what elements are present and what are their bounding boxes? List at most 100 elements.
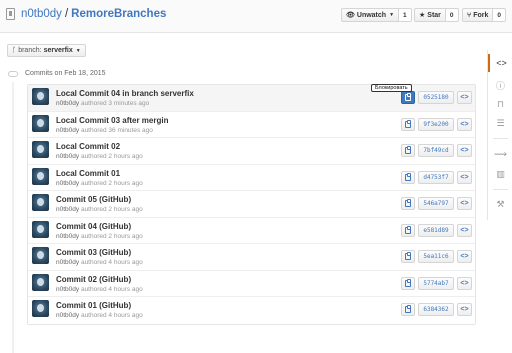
commit-sha-button[interactable]: 9f3e200	[418, 117, 454, 131]
fork-button[interactable]: ⑂ Fork	[462, 8, 494, 22]
copy-sha-button[interactable]	[401, 303, 415, 316]
watchers-count[interactable]: 1	[399, 8, 412, 22]
commit-group-date: Commits on Feb 18, 2015	[25, 70, 106, 77]
commit-title-link[interactable]: Local Commit 02	[56, 142, 120, 151]
commit-author-link[interactable]: n0tb0dy	[56, 206, 79, 213]
copy-sha-button[interactable]	[401, 276, 415, 290]
commit-sha-button[interactable]: 5ea11c6	[418, 250, 454, 263]
commit-sha-button[interactable]: 0525180	[418, 91, 454, 104]
commit-group-icon	[8, 71, 18, 77]
commit-row: Commit 04 (GitHub) n0tb0dy authored 2 hou…	[28, 217, 475, 244]
code-icon: <>	[460, 120, 469, 128]
commit-author-link[interactable]: n0tb0dy	[56, 100, 79, 107]
avatar[interactable]	[32, 167, 49, 185]
avatar[interactable]	[32, 300, 49, 317]
commit-time: authored 4 hours ago	[80, 312, 143, 319]
commit-time: authored 2 hours ago	[80, 206, 143, 213]
commit-author-link[interactable]: n0tb0dy	[56, 233, 79, 240]
copy-sha-button[interactable]	[401, 170, 415, 184]
repo-side-nav: <> ⓘ ⊓ ☰ ⟿ ▥ ⚒	[487, 50, 512, 220]
wiki-icon[interactable]: ☰	[488, 114, 512, 132]
pull-requests-icon[interactable]: ⊓	[488, 95, 512, 113]
browse-code-button[interactable]: <>	[457, 117, 472, 131]
copy-sha-button[interactable]	[401, 91, 415, 104]
pulse-icon[interactable]: ⟿	[488, 145, 512, 163]
commit-row: Local Commit 02 n0tb0dy authored 2 hours …	[28, 138, 475, 165]
commit-title-link[interactable]: Local Commit 01	[56, 169, 120, 178]
graphs-icon[interactable]: ▥	[488, 165, 512, 183]
commit-author-link[interactable]: n0tb0dy	[56, 312, 79, 319]
commit-author-link[interactable]: n0tb0dy	[56, 153, 79, 160]
avatar[interactable]	[32, 114, 49, 132]
browse-code-button[interactable]: <>	[457, 276, 472, 290]
code-icon[interactable]: <>	[488, 54, 512, 72]
avatar[interactable]	[32, 88, 49, 105]
avatar[interactable]	[32, 194, 49, 211]
forks-count[interactable]: 0	[493, 8, 506, 22]
fork-button-group: ⑂ Fork 0	[462, 8, 506, 22]
caret-down-icon: ▼	[389, 12, 395, 18]
settings-icon[interactable]: ⚒	[488, 195, 512, 213]
commit-meta: n0tb0dy authored 4 hours ago	[56, 259, 143, 266]
branch-label: branch:	[18, 47, 42, 54]
caret-down-icon: ▼	[75, 47, 81, 54]
commit-meta: n0tb0dy authored 2 hours ago	[56, 180, 143, 187]
repo-name-link[interactable]: RemoreBranches	[71, 8, 166, 20]
commit-sha-button[interactable]: 7bf49cd	[418, 144, 454, 157]
repo-icon	[6, 8, 15, 20]
commit-sha-button[interactable]: 5774ab7	[418, 276, 454, 290]
code-icon: <>	[460, 147, 469, 154]
code-icon: <>	[460, 226, 469, 234]
star-button[interactable]: ★ Star	[414, 8, 446, 22]
copy-sha-button[interactable]	[401, 117, 415, 131]
commit-author-link[interactable]: n0tb0dy	[56, 180, 79, 187]
stargazers-count[interactable]: 0	[445, 8, 459, 22]
unwatch-button[interactable]: 👁 Unwatch ▼	[341, 8, 400, 22]
copy-sha-button[interactable]	[401, 223, 415, 237]
branch-icon: ᚴ	[12, 47, 17, 54]
commit-title-link[interactable]: Local Commit 04 in branch serverfix	[56, 89, 194, 98]
copy-sha-button[interactable]	[401, 250, 415, 263]
commit-author-link[interactable]: n0tb0dy	[56, 127, 79, 134]
commit-sha-button[interactable]: 546a797	[418, 197, 454, 210]
avatar[interactable]	[32, 247, 49, 264]
commit-title-link[interactable]: Commit 03 (GitHub)	[56, 248, 131, 257]
side-nav-divider	[493, 189, 508, 190]
commit-row: Commit 02 (GitHub) n0tb0dy authored 4 hou…	[28, 270, 475, 297]
avatar[interactable]	[32, 220, 49, 238]
commit-title-link[interactable]: Commit 05 (GitHub)	[56, 195, 131, 204]
commit-time: authored 2 hours ago	[80, 153, 143, 160]
commit-time: authored 2 hours ago	[80, 179, 143, 187]
commit-sha-button[interactable]: d4753f7	[418, 170, 454, 184]
fork-label: Fork	[473, 11, 489, 19]
commit-row: Commit 03 (GitHub) n0tb0dy authored 4 hou…	[28, 244, 475, 271]
copy-sha-button[interactable]	[401, 144, 415, 157]
issues-icon[interactable]: ⓘ	[488, 76, 512, 94]
browse-code-button[interactable]: <>	[457, 250, 472, 263]
commit-meta: n0tb0dy authored 2 hours ago	[56, 153, 143, 160]
copy-sha-button[interactable]	[401, 197, 415, 210]
browse-code-button[interactable]: <>	[457, 91, 472, 104]
branch-select-button[interactable]: ᚴ branch: serverfix ▼	[7, 44, 86, 57]
commit-sha-button[interactable]: 6384362	[418, 303, 454, 316]
commit-time: authored 4 hours ago	[80, 259, 143, 266]
code-icon: <>	[460, 173, 469, 181]
commit-title-link[interactable]: Commit 01 (GitHub)	[56, 301, 131, 310]
avatar[interactable]	[32, 141, 49, 158]
browse-code-button[interactable]: <>	[457, 223, 472, 237]
repo-owner-link[interactable]: n0tb0dy	[21, 8, 62, 20]
commit-sha-button[interactable]: e581d89	[418, 223, 454, 237]
commit-title-link[interactable]: Commit 04 (GitHub)	[56, 222, 131, 231]
commit-author-link[interactable]: n0tb0dy	[56, 259, 79, 266]
browse-code-button[interactable]: <>	[457, 303, 472, 316]
clipboard-icon	[405, 119, 411, 128]
copy-tooltip: Блокировать	[371, 84, 412, 92]
commit-author-link[interactable]: n0tb0dy	[56, 286, 79, 293]
commit-title-link[interactable]: Commit 02 (GitHub)	[56, 275, 131, 284]
browse-code-button[interactable]: <>	[457, 197, 472, 210]
avatar[interactable]	[32, 273, 49, 291]
browse-code-button[interactable]: <>	[457, 144, 472, 157]
branch-value: serverfix	[43, 47, 73, 54]
browse-code-button[interactable]: <>	[457, 170, 472, 184]
commit-title-link[interactable]: Local Commit 03 after mergin	[56, 116, 168, 125]
